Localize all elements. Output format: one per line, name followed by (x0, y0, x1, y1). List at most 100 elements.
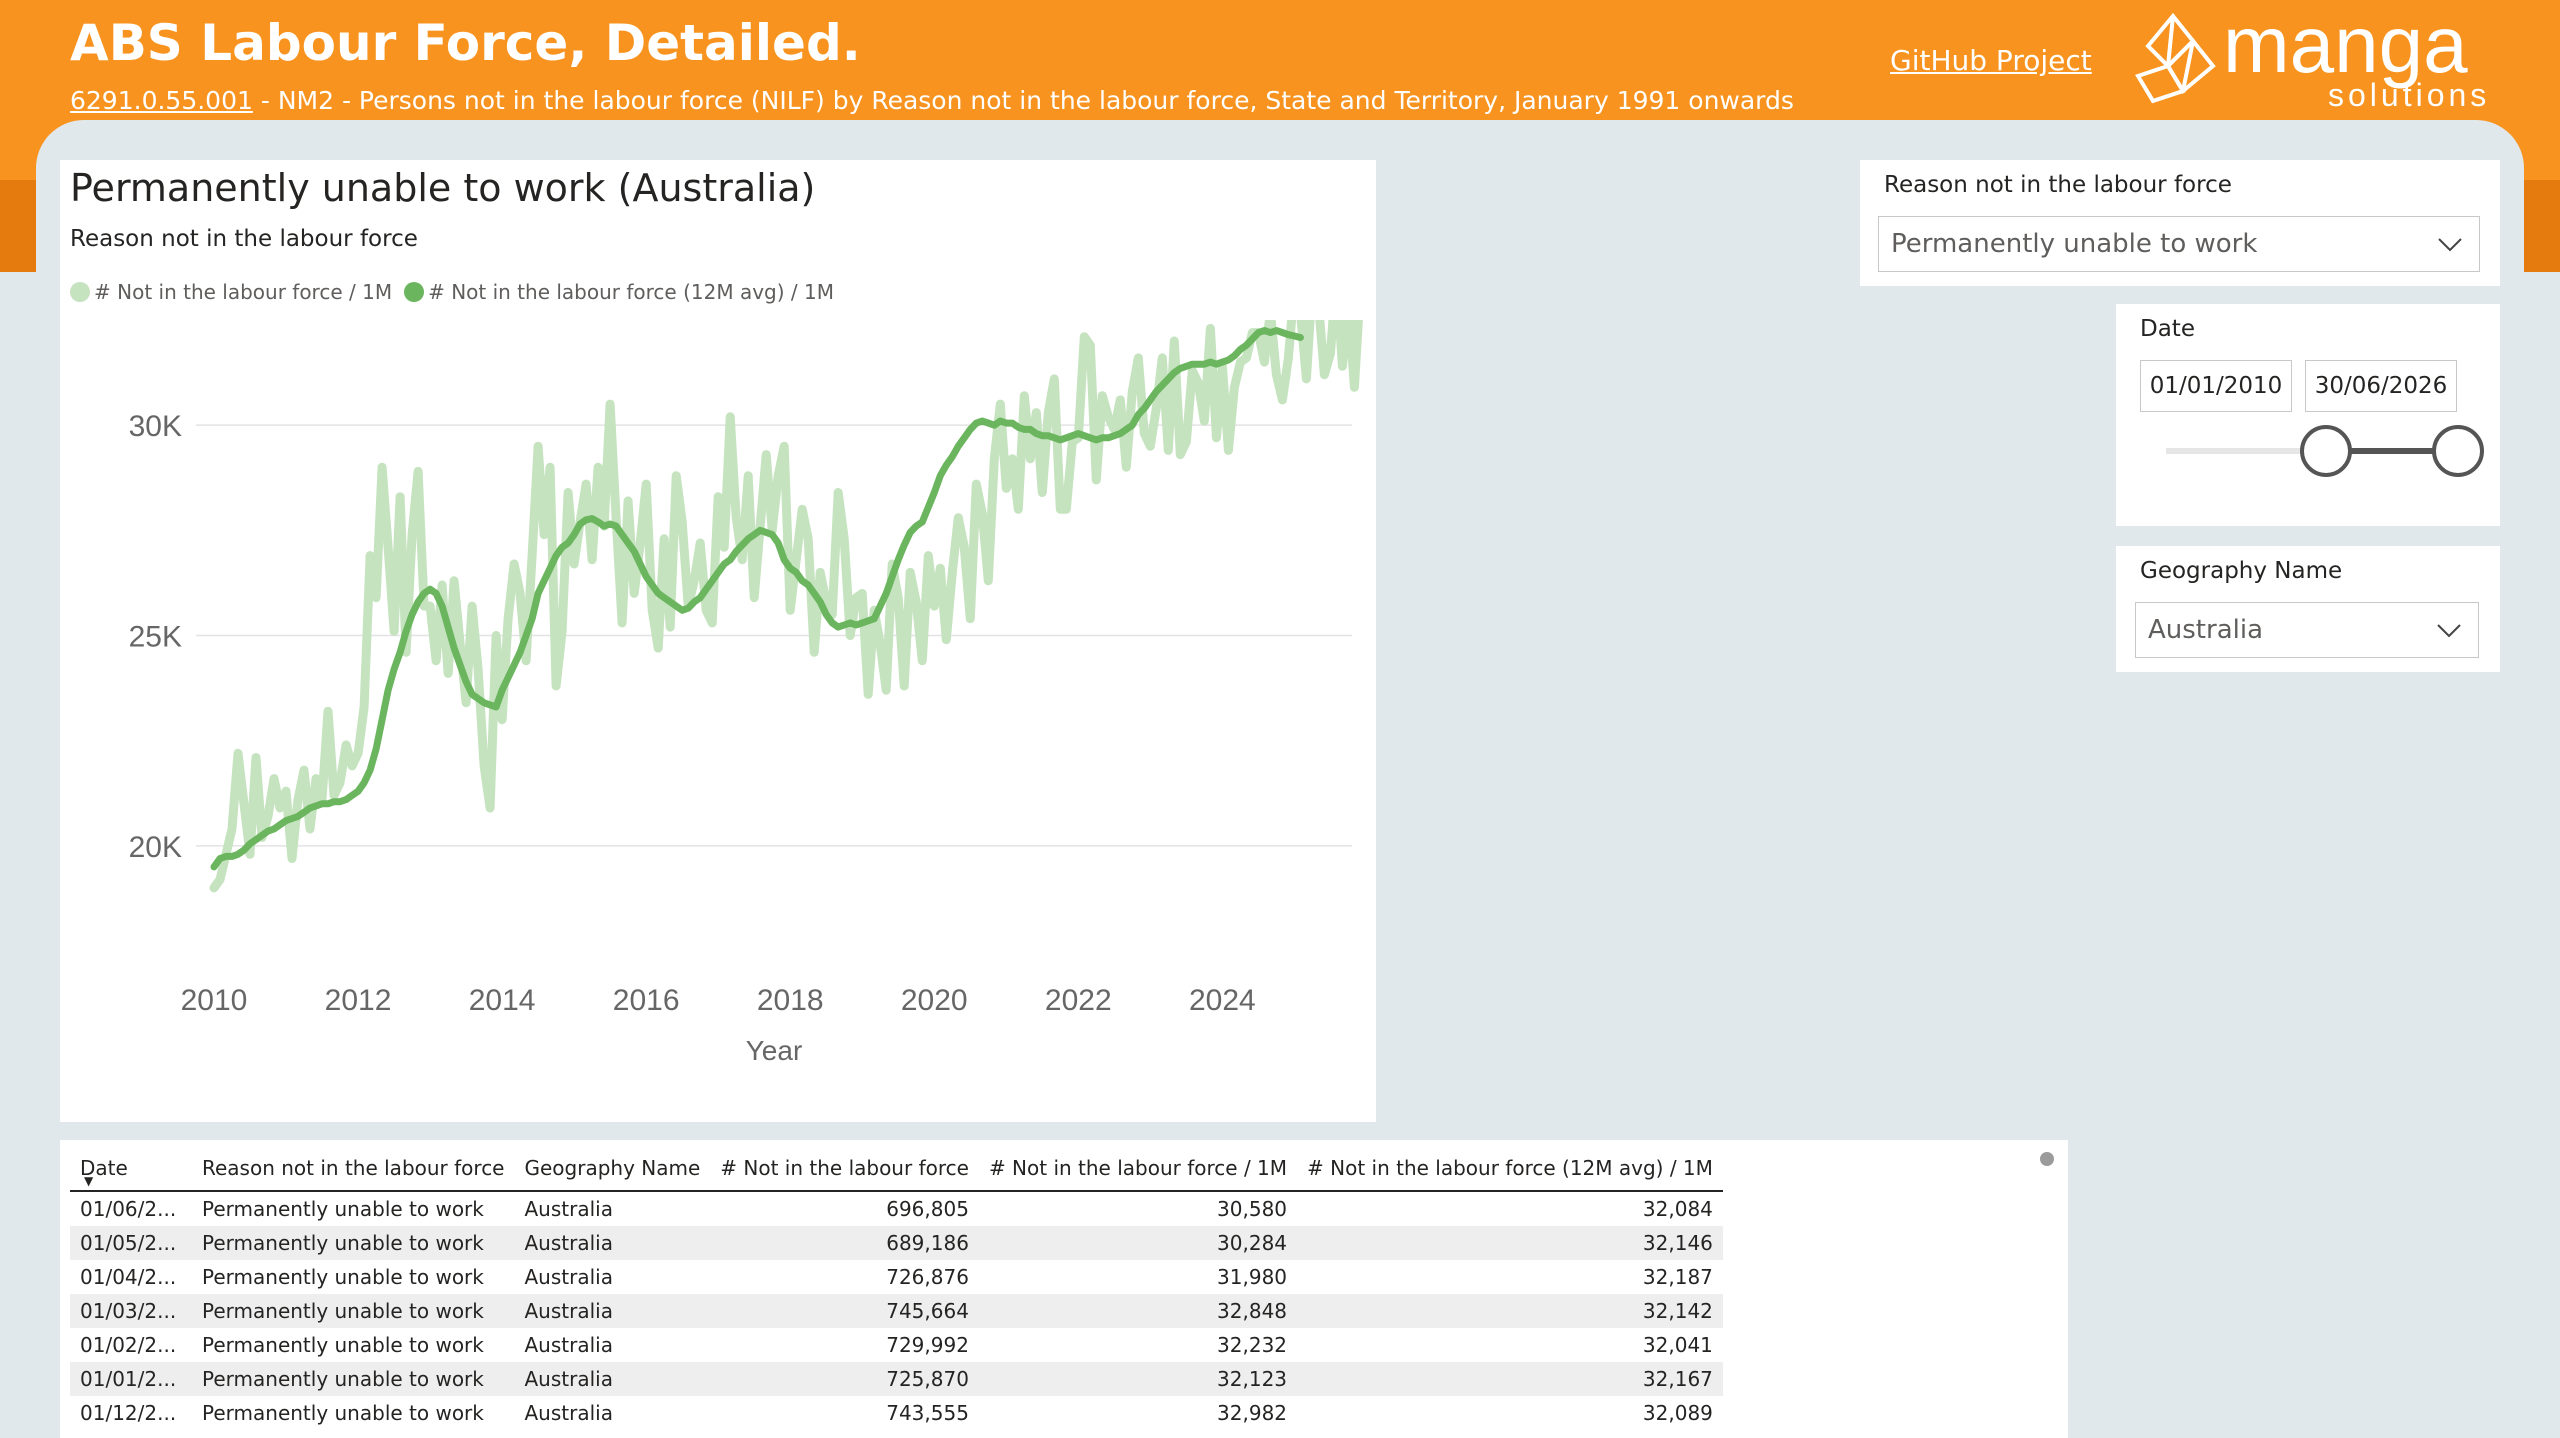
table-row[interactable]: 01/12/2... Permanently unable to work Aust… (70, 1396, 1723, 1430)
series-id-link[interactable]: 6291.0.55.001 (70, 86, 253, 115)
x-tick-label: 2016 (613, 984, 680, 1017)
legend-dot-raw (70, 282, 90, 302)
table-cell: Australia (514, 1362, 711, 1396)
table-cell: 01/04/2... (80, 1265, 177, 1289)
report-subtitle: 6291.0.55.001 - NM2 - Persons not in the… (70, 86, 1794, 115)
chevron-down-icon (2438, 238, 2462, 252)
geography-dropdown[interactable]: Australia (2135, 602, 2479, 658)
column-header-geography[interactable]: Geography Name (514, 1146, 711, 1192)
table-cell: Permanently unable to work (192, 1362, 515, 1396)
date-slicer-label: Date (2140, 316, 2195, 342)
table-cell: Permanently unable to work (202, 1333, 484, 1357)
line-chart[interactable]: 20K 25K 30K 2010 2012 2014 2016 2018 2020 2022 202… (60, 320, 1376, 1120)
table-cell: 01/06/2... (80, 1197, 177, 1221)
github-project-link[interactable]: GitHub Project (1890, 44, 2092, 77)
table-cell: 30,284 (978, 1226, 1298, 1260)
table-cell: 32,146 (1297, 1226, 1723, 1260)
subtitle-text: - NM2 - Persons not in the labour force … (252, 86, 1794, 115)
reason-dropdown-value: Permanently unable to work (1891, 229, 2258, 259)
table-row[interactable]: 01/05/2... Permanently unable to work Aust… (70, 1226, 1723, 1260)
table-cell: 689,186 (710, 1226, 979, 1260)
table-row[interactable]: 01/01/2... Permanently unable to work Aust… (70, 1362, 1723, 1396)
table-cell: 32,167 (1297, 1362, 1723, 1396)
table-cell: 32,142 (1297, 1294, 1723, 1328)
table-cell: 01/03/2... (70, 1294, 192, 1328)
column-header-date[interactable]: Date ▼ (70, 1146, 192, 1192)
table-row[interactable]: 01/04/2... Permanently unable to work Aust… (70, 1260, 1723, 1294)
column-header-count-per-1m[interactable]: # Not in the labour force / 1M (978, 1146, 1298, 1192)
logo-subtext: solutions (2328, 77, 2490, 113)
legend-item-avg[interactable]: # Not in the labour force (12M avg) / 1M (404, 280, 834, 304)
table-cell: 32,084 (1642, 1197, 1713, 1221)
sort-desc-icon: ▼ (84, 1174, 94, 1188)
table-cell: 32,232 (1217, 1333, 1288, 1357)
table-cell: Permanently unable to work (202, 1401, 484, 1425)
table-cell: 32,041 (1642, 1333, 1713, 1357)
table-header-row: Date ▼ Reason not in the labour force Geo… (70, 1146, 1723, 1192)
date-start-input[interactable]: 01/01/2010 (2140, 360, 2292, 412)
table-cell: Australia (514, 1294, 711, 1328)
table-cell: Australia (514, 1226, 711, 1260)
table-cell: 696,805 (886, 1197, 969, 1221)
table-row[interactable]: 01/03/2... Permanently unable to work Aust… (70, 1294, 1723, 1328)
table-cell: Permanently unable to work (202, 1265, 484, 1289)
slider-end-handle[interactable] (2432, 425, 2484, 477)
table-cell: 32,848 (978, 1294, 1298, 1328)
table-cell: 30,580 (1217, 1197, 1288, 1221)
data-table: Date ▼ Reason not in the labour force Geo… (70, 1146, 1723, 1430)
table-cell: Australia (524, 1197, 613, 1221)
logo-mark-icon (2135, 12, 2216, 104)
x-axis-title: Year (746, 1035, 803, 1066)
table-cell: 726,876 (886, 1265, 969, 1289)
table-cell: 743,555 (886, 1401, 969, 1425)
geography-slicer-label: Geography Name (2140, 558, 2343, 584)
manga-logo: manga solutions (2135, 6, 2490, 113)
table-cell: 01/01/2... (70, 1362, 192, 1396)
table-cell: 01/02/2... (80, 1333, 177, 1357)
date-end-input[interactable]: 30/06/2026 (2305, 360, 2457, 412)
table-cell: Permanently unable to work (192, 1294, 515, 1328)
date-range-slider[interactable] (2160, 420, 2490, 484)
slider-start-handle[interactable] (2300, 425, 2352, 477)
legend-item-raw[interactable]: # Not in the labour force / 1M (70, 280, 392, 304)
table-cell: 01/12/2... (80, 1401, 177, 1425)
legend-dot-avg (404, 282, 425, 302)
legend-label-raw: # Not in the labour force / 1M (94, 280, 393, 304)
column-header-reason[interactable]: Reason not in the labour force (192, 1146, 515, 1192)
table-cell: 32,123 (978, 1362, 1298, 1396)
table-cell: 32,089 (1642, 1401, 1713, 1425)
y-tick-label: 25K (129, 621, 182, 654)
table-cell: Permanently unable to work (192, 1226, 515, 1260)
column-header-12m-avg[interactable]: # Not in the labour force (12M avg) / 1M (1297, 1146, 1723, 1192)
chart-legend: # Not in the labour force / 1M # Not in … (70, 280, 846, 304)
table-cell: Australia (524, 1265, 613, 1289)
reason-dropdown[interactable]: Permanently unable to work (1878, 216, 2480, 272)
series-line-0[interactable] (209, 320, 1376, 893)
x-tick-label: 2010 (181, 984, 248, 1017)
table-cell: Australia (524, 1333, 613, 1357)
table-row[interactable]: 01/02/2... Permanently unable to work Aust… (70, 1328, 1723, 1362)
chevron-down-icon (2437, 624, 2461, 638)
table-cell: 32,982 (1217, 1401, 1288, 1425)
chart-subtitle: Reason not in the labour force (70, 226, 418, 252)
x-tick-label: 2018 (757, 984, 824, 1017)
report-title: ABS Labour Force, Detailed. (70, 14, 861, 72)
x-tick-label: 2024 (1189, 984, 1256, 1017)
table-cell: Permanently unable to work (202, 1197, 484, 1221)
table-cell: 729,992 (886, 1333, 969, 1357)
y-tick-label: 30K (129, 410, 182, 443)
chart-title: Permanently unable to work (Australia) (70, 166, 816, 210)
table-cell: 745,664 (710, 1294, 979, 1328)
table-cell: 725,870 (710, 1362, 979, 1396)
table-cell: 31,980 (1217, 1265, 1288, 1289)
x-tick-label: 2022 (1045, 984, 1112, 1017)
y-tick-label: 20K (129, 831, 182, 864)
table-cell: 32,187 (1642, 1265, 1713, 1289)
legend-label-avg: # Not in the labour force (12M avg) / 1M (428, 280, 834, 304)
column-header-count[interactable]: # Not in the labour force (710, 1146, 979, 1192)
scrollbar-thumb[interactable] (2040, 1152, 2054, 1166)
x-tick-label: 2014 (469, 984, 536, 1017)
x-tick-label: 2020 (901, 984, 968, 1017)
table-row[interactable]: 01/06/2... Permanently unable to work Aust… (70, 1191, 1723, 1226)
table-cell: 01/05/2... (70, 1226, 192, 1260)
